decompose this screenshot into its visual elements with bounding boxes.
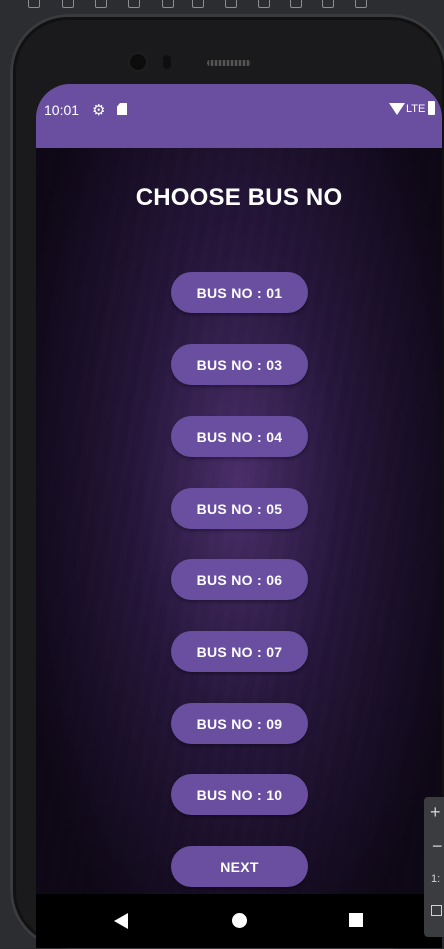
bus-selection-screen: CHOOSE BUS NO BUS NO : 01 BUS NO : 03 BU… — [36, 148, 442, 894]
toolbar-icon[interactable] — [95, 0, 107, 8]
bus-01-button[interactable]: BUS NO : 01 — [171, 272, 308, 313]
status-bar: 10:01 ⚙ LTE — [36, 84, 442, 148]
toolbar-icon[interactable] — [162, 0, 174, 8]
toolbar-icon[interactable] — [62, 0, 74, 8]
wifi-icon — [389, 103, 405, 115]
bus-04-button[interactable]: BUS NO : 04 — [171, 416, 308, 457]
bus-10-button[interactable]: BUS NO : 10 — [171, 774, 308, 815]
toolbar-icon[interactable] — [322, 0, 334, 8]
ide-toolbar-strip — [0, 0, 444, 10]
navigation-bar — [36, 894, 442, 948]
toolbar-icon[interactable] — [258, 0, 270, 8]
front-sensor — [163, 55, 171, 69]
home-icon[interactable] — [232, 913, 247, 928]
device-screen: 10:01 ⚙ LTE CHOOSE BUS NO BUS NO : 01 BU… — [36, 84, 442, 948]
back-icon[interactable] — [114, 913, 128, 929]
bus-05-button[interactable]: BUS NO : 05 — [171, 488, 308, 529]
bus-03-button[interactable]: BUS NO : 03 — [171, 344, 308, 385]
network-type: LTE — [406, 103, 426, 115]
battery-icon — [428, 101, 435, 115]
device-frame: 10:01 ⚙ LTE CHOOSE BUS NO BUS NO : 01 BU… — [10, 14, 444, 949]
sd-card-icon — [117, 103, 127, 115]
emulator-zoom-panel: + − 1: — [424, 797, 444, 937]
toolbar-icon[interactable] — [355, 0, 367, 8]
page-title: CHOOSE BUS NO — [135, 184, 343, 211]
recents-icon[interactable] — [349, 913, 363, 927]
bus-06-button[interactable]: BUS NO : 06 — [171, 559, 308, 600]
front-camera — [130, 54, 146, 70]
bus-09-button[interactable]: BUS NO : 09 — [171, 703, 308, 744]
settings-icon: ⚙ — [92, 102, 106, 119]
fit-screen-icon[interactable] — [431, 905, 442, 916]
earpiece-speaker — [207, 60, 251, 66]
status-time: 10:01 — [44, 102, 80, 118]
zoom-out-button[interactable]: − — [432, 837, 443, 855]
toolbar-icon[interactable] — [290, 0, 302, 8]
toolbar-icon[interactable] — [128, 0, 140, 8]
next-button[interactable]: NEXT — [171, 846, 308, 887]
zoom-ratio-label[interactable]: 1: — [431, 873, 440, 885]
toolbar-icon[interactable] — [225, 0, 237, 8]
zoom-in-button[interactable]: + — [430, 803, 441, 821]
bus-07-button[interactable]: BUS NO : 07 — [171, 631, 308, 672]
toolbar-icon[interactable] — [28, 0, 40, 8]
toolbar-icon[interactable] — [192, 0, 204, 8]
